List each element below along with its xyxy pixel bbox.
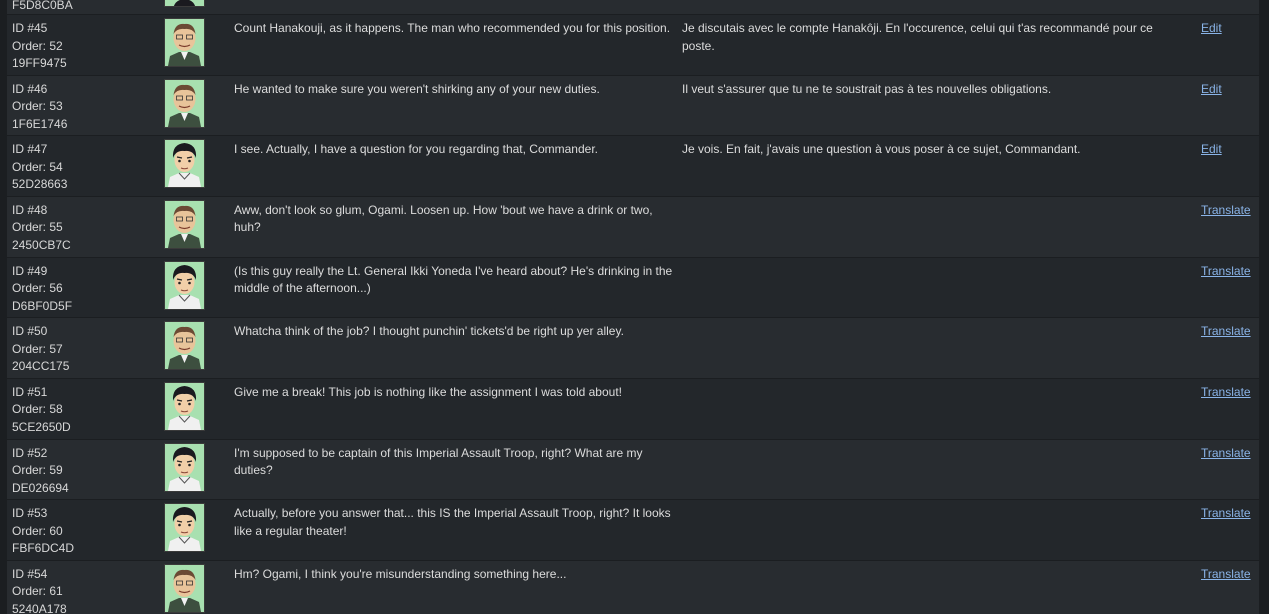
row-action-link[interactable]: Translate: [1201, 323, 1251, 341]
row-hash: DE026694: [12, 480, 69, 495]
row-order: Order: 52: [12, 38, 63, 53]
dialogue-table: F5D8C0BA ID #45 Order: 52 19FF9475 Count…: [0, 0, 1269, 614]
general-portrait-icon: [164, 321, 205, 371]
table-row: ID #54 Order: 61 5240A178 Hm? Ogami, I t…: [7, 559, 1259, 614]
english-text: Aww, don't look so glum, Ogami. Loosen u…: [234, 202, 653, 235]
row-order: Order: 54: [12, 159, 63, 174]
row-order: Order: 53: [12, 99, 63, 114]
row-meta: ID #53 Order: 60 FBF6DC4D: [12, 505, 74, 558]
english-text: Whatcha think of the job? I thought punc…: [234, 324, 624, 339]
ogami-portrait-icon: [164, 260, 205, 310]
general-portrait-icon: [164, 199, 205, 249]
row-order: Order: 58: [12, 402, 63, 417]
table-row: ID #47 Order: 54 52D28663 I see. Actuall…: [7, 135, 1259, 196]
row-meta: ID #51 Order: 58 5CE2650D: [12, 384, 71, 437]
english-text: (Is this guy really the Lt. General Ikki…: [234, 263, 673, 296]
table-row: ID #50 Order: 57 204CC175 Whatcha think …: [7, 317, 1259, 378]
row-action-link[interactable]: Translate: [1201, 202, 1251, 220]
row-id: ID #49: [12, 263, 48, 278]
ogami-portrait-icon: [164, 442, 205, 492]
row-id: ID #54: [12, 566, 48, 581]
row-meta: ID #48 Order: 55 2450CB7C: [12, 202, 71, 255]
row-id: ID #45: [12, 21, 48, 35]
row-meta: ID #46 Order: 53 1F6E1746: [12, 81, 67, 134]
row-hash: 1F6E1746: [12, 116, 68, 131]
row-order: Order: 55: [12, 220, 63, 235]
french-text: Je discutais avec le compte Hanakôji. En…: [682, 21, 1153, 53]
french-text: Il veut s'assurer que tu ne te soustrait…: [682, 81, 1052, 96]
row-hash: FBF6DC4D: [12, 541, 75, 556]
table-row: ID #49 Order: 56 D6BF0D5F (Is this guy r…: [7, 256, 1259, 318]
table-row: ID #52 Order: 59 DE026694 I'm supposed t…: [7, 438, 1259, 500]
row-meta: ID #50 Order: 57 204CC175: [12, 323, 69, 376]
english-text: Give me a break! This job is nothing lik…: [234, 384, 622, 399]
row-hash: 5CE2650D: [12, 419, 71, 434]
row-action-link[interactable]: Translate: [1201, 566, 1251, 584]
row-meta: ID #52 Order: 59 DE026694: [12, 445, 69, 498]
row-action-link[interactable]: Edit: [1201, 141, 1222, 159]
ogami-portrait-icon: [164, 381, 205, 431]
english-text: Hm? Ogami, I think you're misunderstandi…: [234, 566, 567, 581]
row-id: ID #46: [12, 81, 48, 96]
row-id: ID #50: [12, 324, 48, 339]
row-action-link[interactable]: Translate: [1201, 445, 1251, 463]
row-action-link[interactable]: Edit: [1201, 81, 1222, 99]
table-row: ID #45 Order: 52 19FF9475 Count Hanakouj…: [7, 14, 1259, 75]
row-id: ID #52: [12, 445, 48, 460]
row-hash: 2450CB7C: [12, 237, 71, 252]
row-hash: F5D8C0BA: [12, 0, 73, 12]
row-hash: 52D28663: [12, 177, 68, 192]
row-action-link[interactable]: Edit: [1201, 20, 1222, 38]
english-text: I'm supposed to be captain of this Imper…: [234, 445, 643, 478]
row-action-link[interactable]: Translate: [1201, 505, 1251, 523]
ogami-portrait-icon: [164, 139, 205, 189]
table-row: ID #51 Order: 58 5CE2650D Give me a brea…: [7, 377, 1259, 439]
row-order: Order: 59: [12, 463, 63, 478]
english-text: He wanted to make sure you weren't shirk…: [234, 81, 600, 96]
row-meta: ID #47 Order: 54 52D28663: [12, 141, 67, 194]
row-order: Order: 61: [12, 584, 63, 599]
ogami-portrait-icon: [164, 503, 205, 553]
row-meta: ID #45 Order: 52 19FF9475: [12, 20, 67, 73]
row-id: ID #51: [12, 384, 48, 399]
row-order: Order: 60: [12, 523, 63, 538]
general-portrait-icon: [164, 18, 205, 67]
english-text: I see. Actually, I have a question for y…: [234, 142, 598, 157]
row-meta: ID #49 Order: 56 D6BF0D5F: [12, 263, 72, 316]
french-text: Je vois. En fait, j'avais une question à…: [682, 142, 1081, 157]
row-order: Order: 56: [12, 281, 63, 296]
row-order: Order: 57: [12, 341, 63, 356]
row-id: ID #53: [12, 506, 48, 521]
english-text: Count Hanakouji, as it happens. The man …: [234, 21, 671, 35]
row-action-link[interactable]: Translate: [1201, 263, 1251, 281]
row-hash: D6BF0D5F: [12, 298, 73, 313]
row-hash: 5240A178: [12, 601, 67, 614]
rows-container: F5D8C0BA ID #45 Order: 52 19FF9475 Count…: [7, 0, 1259, 614]
ogami-portrait-icon: [164, 0, 205, 7]
row-meta: ID #54 Order: 61 5240A178: [12, 566, 67, 614]
general-portrait-icon: [164, 563, 205, 613]
row-id: ID #47: [12, 142, 48, 157]
table-row: ID #53 Order: 60 FBF6DC4D Actually, befo…: [7, 499, 1259, 560]
english-text: Actually, before you answer that... this…: [234, 506, 671, 538]
table-row-partial: F5D8C0BA: [7, 0, 1259, 14]
row-action-link[interactable]: Translate: [1201, 384, 1251, 402]
row-hash: 204CC175: [12, 359, 70, 374]
general-portrait-icon: [164, 78, 205, 128]
row-hash: 19FF9475: [12, 56, 67, 70]
table-row: ID #46 Order: 53 1F6E1746 He wanted to m…: [7, 74, 1259, 136]
row-id: ID #48: [12, 202, 48, 217]
table-row: ID #48 Order: 55 2450CB7C Aww, don't loo…: [7, 195, 1259, 257]
